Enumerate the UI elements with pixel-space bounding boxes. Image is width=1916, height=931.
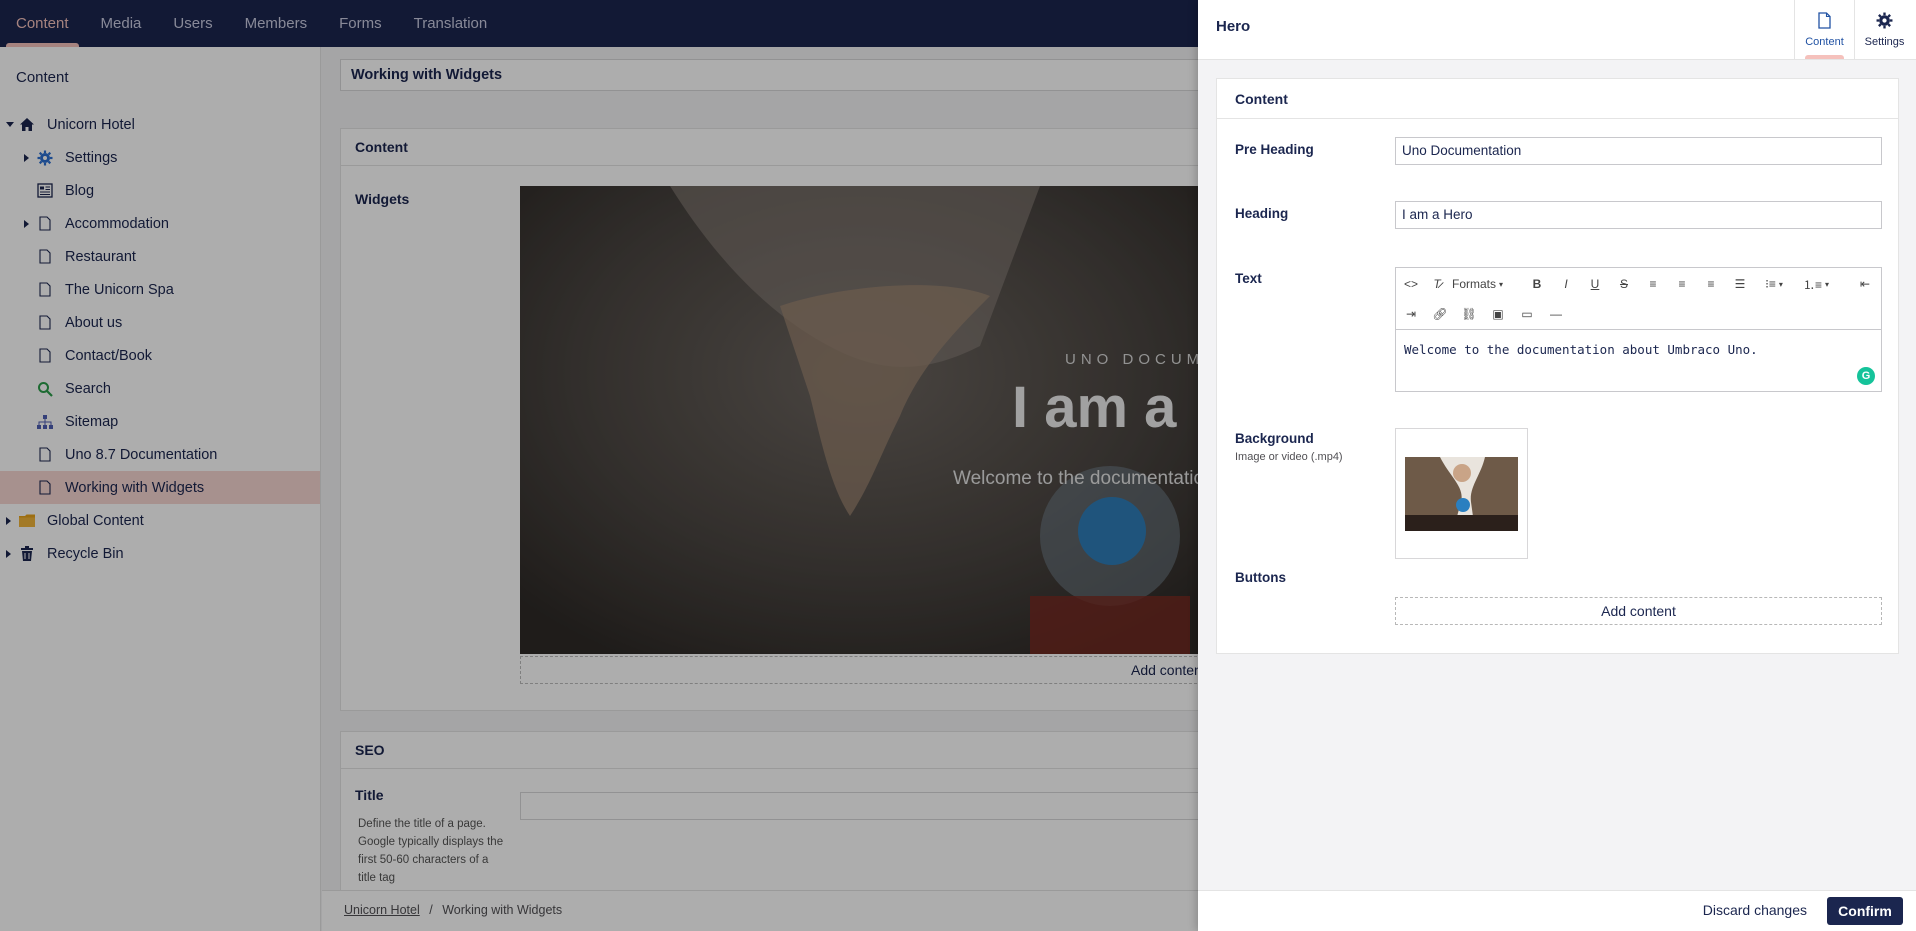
- italic-icon[interactable]: I: [1555, 273, 1577, 295]
- drawer-footer: Discard changes Confirm: [1198, 890, 1916, 931]
- outdent-icon[interactable]: ⇤: [1854, 273, 1876, 295]
- numbered-list-icon[interactable]: ⒈≡ ▾: [1800, 273, 1832, 295]
- document-icon: [1818, 11, 1831, 32]
- hero-editor-drawer: Hero Content Settings Content Pre Headin…: [1198, 0, 1916, 931]
- background-media-picker[interactable]: [1395, 428, 1528, 559]
- chevron-down-icon: ▾: [1499, 279, 1504, 289]
- background-label: Background: [1235, 431, 1314, 446]
- tab-settings-label: Settings: [1864, 35, 1905, 48]
- background-thumbnail[interactable]: [1405, 457, 1518, 531]
- text-rte-body[interactable]: Welcome to the documentation about Umbra…: [1396, 330, 1881, 369]
- horizontal-rule-icon[interactable]: —: [1545, 303, 1567, 325]
- drawer-header: Hero Content Settings: [1198, 0, 1916, 60]
- tab-content-label: Content: [1805, 35, 1844, 48]
- heading-input[interactable]: I am a Hero: [1395, 201, 1882, 229]
- gear-icon: [1876, 12, 1893, 32]
- modal-backdrop[interactable]: [0, 0, 1198, 931]
- align-left-icon[interactable]: ≡: [1642, 273, 1664, 295]
- tab-settings[interactable]: Settings: [1854, 0, 1914, 59]
- pre-heading-input[interactable]: Uno Documentation: [1395, 137, 1882, 165]
- grammarly-icon[interactable]: G: [1857, 367, 1875, 385]
- embed-icon[interactable]: ▭: [1516, 303, 1538, 325]
- align-right-icon[interactable]: ≡: [1700, 273, 1722, 295]
- indent-icon[interactable]: ⇥: [1400, 303, 1422, 325]
- rte-toolbar: <> T̷ Formats ▾ B I U S ≡ ≡ ≡ ☰ ⁝≡ ▾ ⒈≡ ▾ ⇤…: [1396, 268, 1881, 330]
- link-icon[interactable]: 🔗︎: [1429, 303, 1451, 325]
- heading-label: Heading: [1235, 206, 1289, 221]
- image-icon[interactable]: ▣: [1487, 303, 1509, 325]
- background-description: Image or video (.mp4): [1235, 451, 1343, 463]
- drawer-title: Hero: [1216, 18, 1251, 35]
- bold-icon[interactable]: B: [1526, 273, 1548, 295]
- align-center-icon[interactable]: ≡: [1671, 273, 1693, 295]
- formats-dropdown[interactable]: Formats ▾: [1452, 273, 1512, 295]
- bullet-list-icon[interactable]: ⁝≡ ▾: [1758, 273, 1790, 295]
- align-justify-icon[interactable]: ☰: [1729, 273, 1751, 295]
- buttons-label: Buttons: [1235, 570, 1286, 585]
- formats-label: Formats: [1452, 277, 1497, 291]
- clear-formatting-icon[interactable]: T̷: [1426, 273, 1448, 295]
- text-label: Text: [1235, 271, 1262, 286]
- confirm-button[interactable]: Confirm: [1827, 897, 1903, 925]
- hero-content-group-title: Content: [1217, 79, 1898, 119]
- discard-changes-button[interactable]: Discard changes: [1703, 902, 1807, 918]
- underline-icon[interactable]: U: [1584, 273, 1606, 295]
- thumbnail-image: [1405, 457, 1518, 531]
- tab-content[interactable]: Content: [1794, 0, 1854, 59]
- text-rich-text-editor: <> T̷ Formats ▾ B I U S ≡ ≡ ≡ ☰ ⁝≡ ▾ ⒈≡ ▾ ⇤…: [1395, 267, 1882, 392]
- add-button-content[interactable]: Add content: [1395, 597, 1882, 625]
- unlink-icon[interactable]: ⛓︎: [1458, 303, 1480, 325]
- pre-heading-label: Pre Heading: [1235, 142, 1314, 157]
- source-code-icon[interactable]: <>: [1400, 273, 1422, 295]
- strikethrough-icon[interactable]: S: [1613, 273, 1635, 295]
- hero-content-panel: Content Pre Heading Uno Documentation He…: [1216, 78, 1899, 654]
